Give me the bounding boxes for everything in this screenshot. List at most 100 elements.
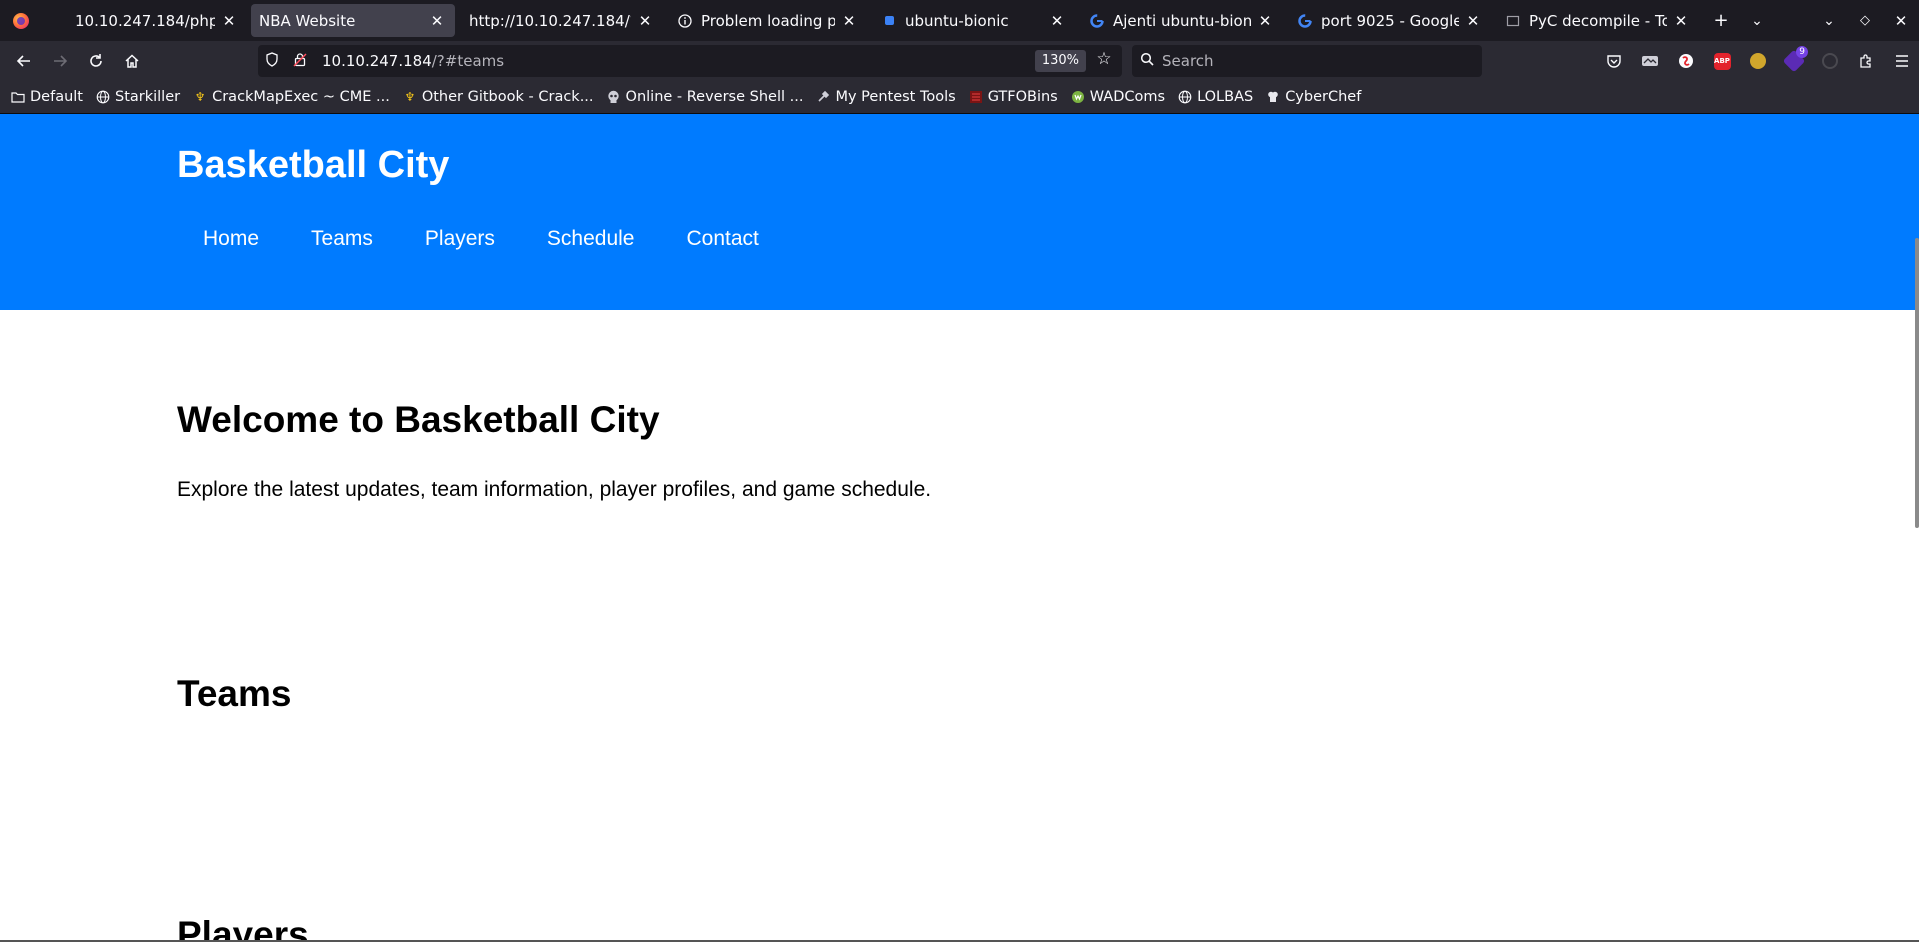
wappalyzer-icon[interactable] [1668, 45, 1704, 77]
search-icon [1132, 52, 1162, 70]
bookmark-label: GTFOBins [987, 89, 1058, 105]
tab-favicon [51, 13, 67, 29]
bookmark-wadcoms[interactable]: WADComs [1070, 89, 1165, 105]
tab-title: Problem loading page [701, 11, 835, 30]
bookmark-star-icon[interactable]: ☆ [1092, 49, 1116, 69]
tab[interactable]: ubuntu-bionic ✕ [871, 4, 1075, 37]
gtfobins-icon [968, 89, 984, 105]
tab-title: Ajenti ubuntu-bionic de [1113, 11, 1251, 30]
close-icon[interactable]: ✕ [1465, 12, 1481, 30]
tab-title: 10.10.247.184/php.php [75, 11, 215, 30]
disabled-extension-icon[interactable] [1812, 45, 1848, 77]
bookmark-gtfobins[interactable]: GTFOBins [968, 89, 1058, 105]
tab[interactable]: port 9025 - Google 搜索 ✕ [1287, 4, 1491, 37]
close-icon[interactable]: ✕ [841, 12, 857, 30]
tab-bar: 10.10.247.184/php.php ✕ NBA Website ✕ ht… [0, 0, 1919, 41]
cookie-coin-icon[interactable] [1740, 45, 1776, 77]
gitbook-icon: ♆ [404, 90, 416, 104]
bookmark-default[interactable]: Default [10, 89, 83, 105]
insecure-lock-icon[interactable] [286, 52, 314, 71]
nav-link-home[interactable]: Home [177, 227, 285, 251]
site-header: Basketball City Home Teams Players Sched… [0, 114, 1919, 310]
extension-gem-icon[interactable]: 9 [1776, 45, 1812, 77]
adblock-plus-icon[interactable]: ABP [1704, 45, 1740, 77]
container-icon[interactable] [1632, 45, 1668, 77]
bookmark-lolbas[interactable]: LOLBAS [1177, 89, 1253, 105]
shield-icon[interactable] [258, 51, 286, 71]
extensions-puzzle-icon[interactable] [1848, 45, 1884, 77]
bookmark-other-gitbook[interactable]: ♆ Other Gitbook - Crack... [402, 89, 594, 105]
pocket-icon[interactable] [1596, 45, 1632, 77]
welcome-heading: Welcome to Basketball City [177, 399, 660, 440]
nav-link-schedule[interactable]: Schedule [521, 227, 661, 251]
bookmark-crackmapexec[interactable]: ♆ CrackMapExec ~ CME ... [192, 89, 390, 105]
players-heading: Players [177, 914, 309, 942]
globe-icon [95, 89, 111, 105]
folder-icon [10, 89, 26, 105]
hamburger-menu-icon[interactable] [1884, 45, 1919, 77]
welcome-text: Explore the latest updates, team informa… [177, 478, 932, 501]
bookmark-label: Online - Reverse Shell ... [625, 89, 804, 105]
tab[interactable]: http://10.10.247.184/?#tea ✕ [459, 4, 663, 37]
close-icon[interactable]: ✕ [1257, 12, 1273, 30]
close-window-icon[interactable]: ✕ [1883, 4, 1919, 37]
reload-icon[interactable] [78, 45, 114, 77]
url-path: /?#teams [431, 52, 505, 70]
tab-title: http://10.10.247.184/?#tea [469, 11, 631, 30]
tab-active[interactable]: NBA Website ✕ [251, 4, 455, 37]
bookmark-cyberchef[interactable]: CyberChef [1265, 89, 1361, 105]
back-arrow-icon[interactable] [6, 45, 42, 77]
globe-icon [1177, 89, 1193, 105]
site-nav: Home Teams Players Schedule Contact [177, 227, 785, 251]
bookmarks-toolbar: Default Starkiller ♆ CrackMapExec ~ CME … [0, 81, 1919, 114]
bookmark-label: LOLBAS [1197, 89, 1254, 105]
new-tab-icon[interactable]: + [1703, 4, 1739, 37]
close-icon[interactable]: ✕ [637, 12, 653, 30]
url-host: 10.10.247.184 [322, 52, 432, 70]
tab-title: NBA Website [259, 11, 356, 30]
firefox-menu-icon[interactable] [0, 0, 41, 41]
tab[interactable]: Ajenti ubuntu-bionic de ✕ [1079, 4, 1283, 37]
bookmark-label: My Pentest Tools [835, 89, 956, 105]
tab[interactable]: Problem loading page ✕ [667, 4, 867, 37]
bookmark-reverse-shell[interactable]: Online - Reverse Shell ... [606, 89, 804, 105]
bookmark-label: Other Gitbook - Crack... [421, 89, 594, 105]
close-icon[interactable]: ✕ [1673, 12, 1689, 30]
skull-icon [606, 89, 622, 105]
chevron-down-icon[interactable]: ⌄ [1811, 4, 1847, 37]
bookmark-pentest-tools[interactable]: My Pentest Tools [815, 89, 956, 105]
url-bar[interactable]: 10.10.247.184/?#teams 130% ☆ [258, 45, 1122, 77]
bookmark-label: WADComs [1089, 89, 1166, 105]
gitbook-icon: ♆ [194, 90, 206, 104]
bookmark-label: Starkiller [114, 89, 181, 105]
close-icon[interactable]: ✕ [429, 12, 445, 30]
chef-icon [1265, 89, 1281, 105]
google-icon [1089, 13, 1105, 29]
tab-title: ubuntu-bionic [905, 11, 1009, 30]
bookmark-label: CrackMapExec ~ CME ... [212, 89, 390, 105]
page-scrollbar[interactable] [1915, 238, 1919, 528]
forward-arrow-icon[interactable] [42, 45, 78, 77]
google-icon [1297, 13, 1313, 29]
zoom-level-badge[interactable]: 130% [1034, 50, 1086, 72]
bookmark-starkiller[interactable]: Starkiller [95, 89, 180, 105]
extensions-area: ABP 9 [1596, 45, 1919, 77]
tab-title: port 9025 - Google 搜索 [1321, 12, 1459, 30]
search-placeholder: Search [1162, 52, 1214, 70]
close-icon[interactable]: ✕ [221, 12, 237, 30]
tab[interactable]: 10.10.247.184/php.php ✕ [41, 4, 247, 37]
nav-link-players[interactable]: Players [399, 227, 521, 251]
close-icon[interactable]: ✕ [1049, 12, 1065, 30]
search-bar[interactable]: Search [1132, 45, 1482, 77]
info-icon [677, 13, 693, 29]
nav-link-contact[interactable]: Contact [661, 227, 785, 251]
nav-link-teams[interactable]: Teams [285, 227, 399, 251]
wadcoms-icon [1070, 89, 1086, 105]
diamond-icon[interactable]: ◇ [1847, 4, 1883, 37]
home-icon[interactable] [114, 45, 150, 77]
tab-title: PyC decompile - Toolnt [1529, 11, 1667, 30]
tab-list-icon[interactable]: ⌄ [1739, 4, 1775, 37]
navigation-toolbar: 10.10.247.184/?#teams 130% ☆ Search ABP … [0, 41, 1919, 81]
tab[interactable]: PyC decompile - Toolnt ✕ [1495, 4, 1699, 37]
bookmark-label: CyberChef [1285, 89, 1362, 105]
